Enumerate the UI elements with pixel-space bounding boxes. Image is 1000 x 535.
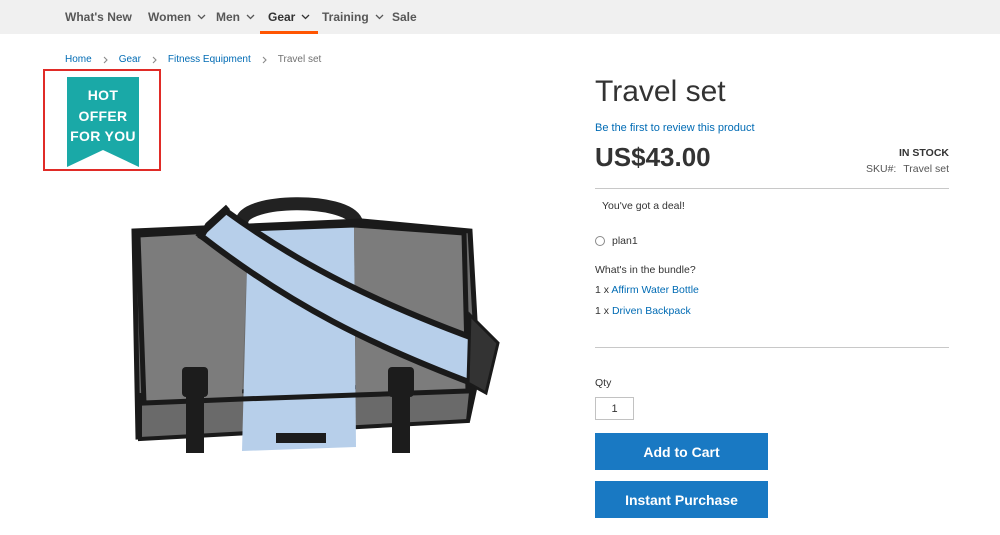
bundle-item: 1 x Driven Backpack [595,305,691,317]
stock-status: IN STOCK [899,147,949,159]
sku-label: SKU#: [866,163,897,175]
product-image[interactable] [130,195,510,470]
chevron-right-icon [103,56,108,64]
breadcrumb-current: Travel set [277,54,322,65]
promo-badge-highlight: HOT OFFER FOR YOU [43,69,161,171]
instant-purchase-button[interactable]: Instant Purchase [595,481,768,518]
bundle-item: 1 x Affirm Water Bottle [595,284,699,296]
nav-item-label: Sale [392,10,417,24]
top-navigation: What's New Women Men Gear Training Sale [0,0,1000,34]
nav-item-men[interactable]: Men [216,0,255,34]
divider [595,188,949,189]
divider [595,347,949,348]
chevron-right-icon [152,56,157,64]
bundle-item-qty: 1 x [595,284,610,296]
nav-item-sale[interactable]: Sale [392,0,417,34]
badge-line: FOR YOU [70,128,136,144]
breadcrumb-home[interactable]: Home [65,54,92,65]
nav-item-label: Men [216,10,240,24]
breadcrumb-fitness-equipment[interactable]: Fitness Equipment [168,54,251,65]
badge-text: HOT OFFER FOR YOU [67,85,139,147]
hot-offer-badge: HOT OFFER FOR YOU [67,77,139,167]
option-label: plan1 [612,235,638,247]
nav-item-label: Training [322,10,369,24]
qty-label: Qty [595,377,612,389]
bundle-item-link[interactable]: Affirm Water Bottle [611,284,699,296]
sku-value: Travel set [903,163,949,175]
radio-button[interactable] [595,236,605,246]
nav-item-women[interactable]: Women [148,0,206,34]
messenger-bag-image [131,197,500,453]
nav-item-label: Women [148,10,192,24]
nav-item-gear[interactable]: Gear [259,0,319,34]
chevron-down-icon [301,14,310,20]
nav-item-label: What's New [65,10,132,24]
review-link[interactable]: Be the first to review this product [595,122,755,134]
product-sku: SKU#: Travel set [866,163,949,175]
breadcrumb: Home Gear Fitness Equipment Travel set [65,54,321,65]
add-to-cart-button[interactable]: Add to Cart [595,433,768,470]
bundle-title: What's in the bundle? [595,264,696,276]
badge-line: HOT [87,87,119,103]
product-price: US$43.00 [595,142,711,172]
chevron-down-icon [246,14,255,20]
badge-line: OFFER [78,107,128,124]
deal-message: You've got a deal! [602,200,685,212]
nav-item-training[interactable]: Training [322,0,384,34]
qty-input[interactable] [595,397,634,420]
nav-item-whats-new[interactable]: What's New [65,0,132,34]
breadcrumb-gear[interactable]: Gear [119,54,141,65]
chevron-right-icon [262,56,267,64]
bundle-item-qty: 1 x [595,305,610,317]
bundle-option-plan1[interactable]: plan1 [595,235,638,247]
chevron-down-icon [375,14,384,20]
chevron-down-icon [197,14,206,20]
product-title: Travel set [595,75,726,108]
bundle-item-link[interactable]: Driven Backpack [612,305,691,317]
nav-item-label: Gear [268,10,296,24]
